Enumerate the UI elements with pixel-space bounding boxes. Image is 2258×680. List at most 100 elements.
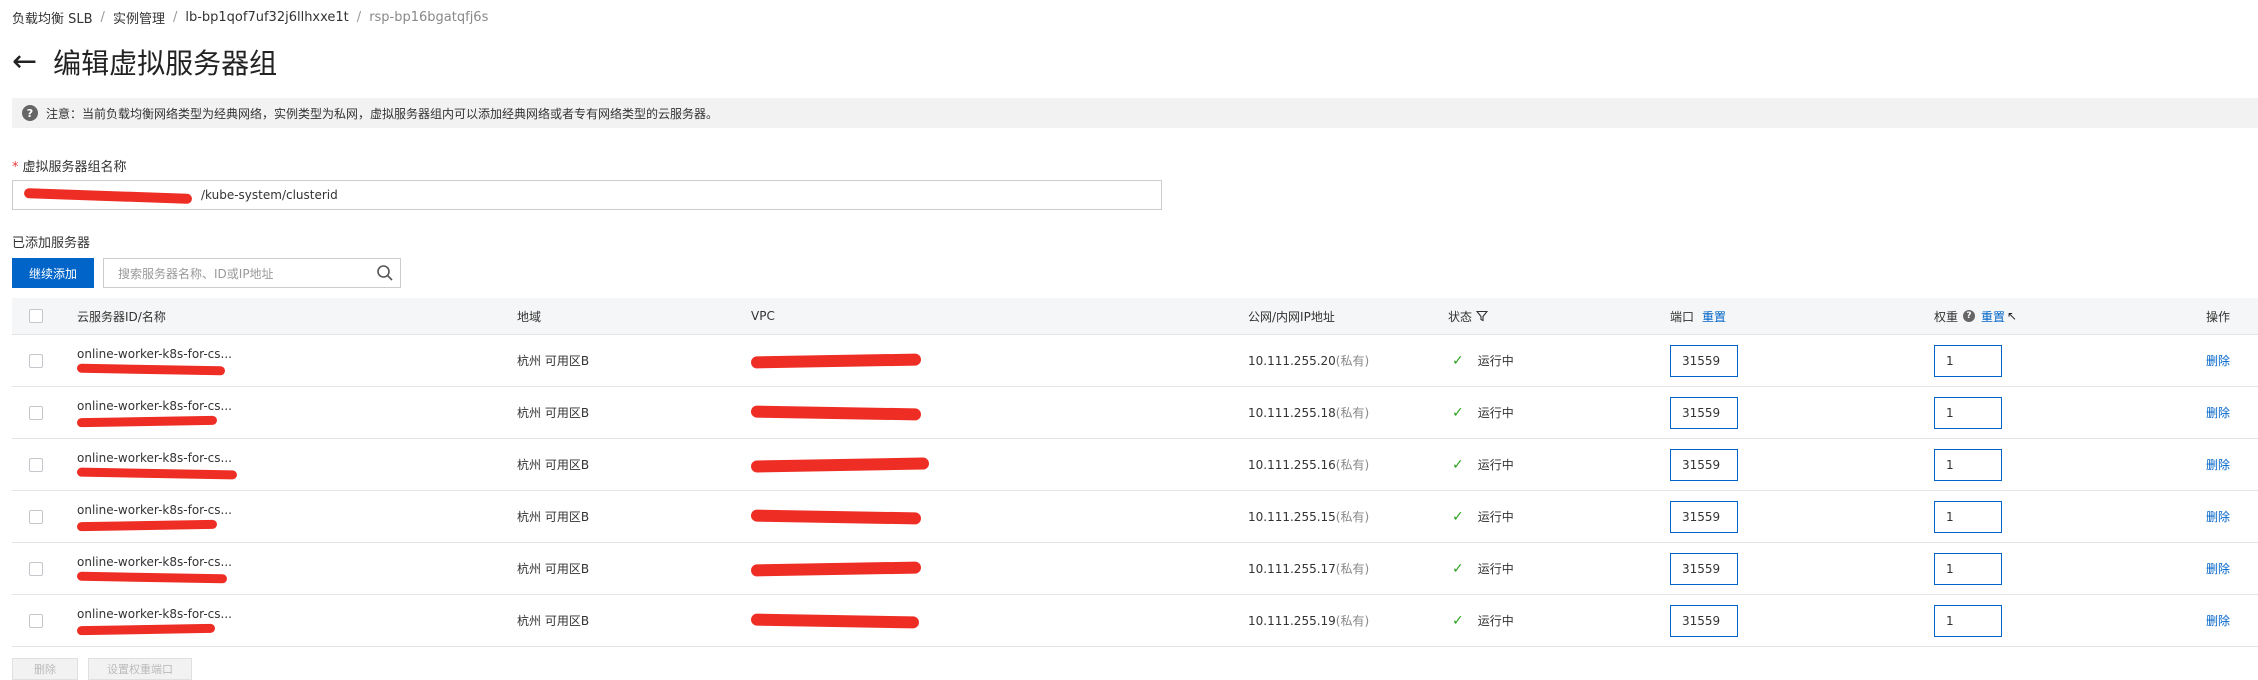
status-text: 运行中	[1477, 614, 1514, 628]
weight-input[interactable]	[1934, 344, 2002, 377]
select-all-checkbox[interactable]	[29, 309, 43, 323]
check-icon: ✓	[1452, 404, 1464, 421]
header-vpc: VPC	[751, 309, 775, 323]
row-select-cell	[29, 543, 43, 594]
redaction-mark	[76, 571, 228, 584]
delete-link[interactable]: 删除	[2206, 456, 2230, 473]
redaction-mark	[76, 415, 218, 428]
arrow-left-icon[interactable]: ←	[12, 47, 37, 77]
weight-input[interactable]	[1934, 604, 2002, 637]
instance-name[interactable]: online-worker-k8s-for-cs...	[77, 555, 232, 569]
status-cell: ✓ 运行中	[1452, 439, 1514, 490]
vpc-cell	[750, 543, 922, 594]
weight-cell	[1934, 543, 2002, 594]
instance-name[interactable]: online-worker-k8s-for-cs...	[77, 347, 232, 361]
delete-link[interactable]: 删除	[2206, 612, 2230, 629]
added-servers-label: 已添加服务器	[12, 236, 91, 251]
redaction-mark	[750, 456, 930, 473]
group-name-label: * 虚拟服务器组名称	[12, 156, 127, 175]
weight-cell	[1934, 335, 2002, 386]
status-text: 运行中	[1477, 562, 1514, 576]
instance-name[interactable]: online-worker-k8s-for-cs...	[77, 607, 232, 621]
status-text: 运行中	[1477, 406, 1514, 420]
check-icon: ✓	[1452, 612, 1464, 629]
table-footer: 删除 设置权重端口	[12, 658, 192, 680]
batch-delete-button[interactable]: 删除	[12, 658, 78, 680]
delete-link[interactable]: 删除	[2206, 560, 2230, 577]
weight-input[interactable]	[1934, 552, 2002, 585]
search-input[interactable]	[104, 259, 370, 289]
status-cell: ✓ 运行中	[1452, 491, 1514, 542]
weight-input[interactable]	[1934, 396, 2002, 429]
help-icon[interactable]: ?	[1963, 310, 1976, 322]
port-input[interactable]	[1670, 396, 1738, 429]
status-cell: ✓ 运行中	[1452, 595, 1514, 646]
instance-cell: online-worker-k8s-for-cs...	[76, 439, 238, 490]
port-cell	[1670, 491, 1738, 542]
weight-cell	[1934, 595, 2002, 646]
vpc-cell	[750, 387, 922, 438]
mouse-cursor-icon: ↖	[2007, 309, 2018, 323]
instance-name[interactable]: online-worker-k8s-for-cs...	[77, 503, 232, 517]
breadcrumb-item-lb[interactable]: lb-bp1qof7uf32j6llhxxe1t	[185, 10, 348, 25]
row-checkbox[interactable]	[29, 457, 43, 472]
port-input[interactable]	[1670, 552, 1738, 585]
redaction-mark	[76, 363, 226, 376]
continue-add-button[interactable]: 继续添加	[12, 258, 94, 288]
notice-text: 注意：当前负载均衡网络类型为经典网络，实例类型为私网，虚拟服务器组内可以添加经典…	[46, 106, 719, 121]
action-cell: 删除	[2206, 335, 2230, 386]
weight-input[interactable]	[1934, 500, 2002, 533]
header-status: 状态	[1448, 298, 1489, 334]
ip-cell: 10.111.255.15 (私有)	[1248, 491, 1369, 542]
region-cell: 杭州 可用区B	[517, 354, 590, 368]
delete-link[interactable]: 删除	[2206, 404, 2230, 421]
region-cell: 杭州 可用区B	[517, 458, 590, 472]
select-all-cell	[29, 298, 43, 334]
port-reset-link[interactable]: 重置	[1702, 308, 1726, 325]
region-cell: 杭州 可用区B	[517, 510, 590, 524]
table-row: online-worker-k8s-for-cs... 杭州 可用区B 10.1…	[12, 491, 2258, 543]
instance-cell: online-worker-k8s-for-cs...	[76, 335, 232, 386]
instance-name[interactable]: online-worker-k8s-for-cs...	[77, 399, 232, 413]
ip-cell: 10.111.255.18 (私有)	[1248, 387, 1369, 438]
ip-address: 10.111.255.15	[1248, 509, 1336, 524]
status-cell: ✓ 运行中	[1452, 543, 1514, 594]
table-row: online-worker-k8s-for-cs... 杭州 可用区B 10.1…	[12, 595, 2258, 647]
breadcrumb-item-instances[interactable]: 实例管理	[113, 8, 165, 27]
weight-input[interactable]	[1934, 448, 2002, 481]
vpc-cell	[750, 595, 920, 646]
port-cell	[1670, 387, 1738, 438]
delete-link[interactable]: 删除	[2206, 352, 2230, 369]
port-input[interactable]	[1670, 344, 1738, 377]
filter-icon[interactable]	[1476, 310, 1489, 322]
port-input[interactable]	[1670, 448, 1738, 481]
breadcrumb-current: rsp-bp16bgatqfj6s	[369, 10, 489, 25]
row-checkbox[interactable]	[29, 613, 43, 628]
redaction-mark	[76, 519, 218, 532]
action-cell: 删除	[2206, 595, 2230, 646]
row-checkbox[interactable]	[29, 353, 43, 368]
breadcrumb-item-slb[interactable]: 负载均衡 SLB	[12, 8, 93, 27]
group-name-field-wrap	[12, 180, 1162, 210]
row-checkbox[interactable]	[29, 405, 43, 420]
port-input[interactable]	[1670, 500, 1738, 533]
ip-address: 10.111.255.18	[1248, 405, 1336, 420]
breadcrumb-separator: /	[172, 10, 178, 25]
weight-reset-link[interactable]: 重置	[1981, 308, 2005, 325]
set-weight-port-button[interactable]: 设置权重端口	[88, 658, 192, 680]
action-cell: 删除	[2206, 439, 2230, 490]
redaction-mark	[76, 623, 216, 636]
row-checkbox[interactable]	[29, 561, 43, 576]
instance-name[interactable]: online-worker-k8s-for-cs...	[77, 451, 232, 465]
redaction-mark	[750, 353, 922, 368]
row-checkbox[interactable]	[29, 509, 43, 524]
breadcrumb: 负载均衡 SLB / 实例管理 / lb-bp1qof7uf32j6llhxxe…	[12, 8, 488, 27]
port-input[interactable]	[1670, 604, 1738, 637]
check-icon: ✓	[1452, 456, 1464, 473]
search-icon[interactable]	[376, 264, 394, 282]
delete-link[interactable]: 删除	[2206, 508, 2230, 525]
port-cell	[1670, 439, 1738, 490]
status-text: 运行中	[1477, 458, 1514, 472]
row-select-cell	[29, 439, 43, 490]
instance-cell: online-worker-k8s-for-cs...	[76, 595, 232, 646]
